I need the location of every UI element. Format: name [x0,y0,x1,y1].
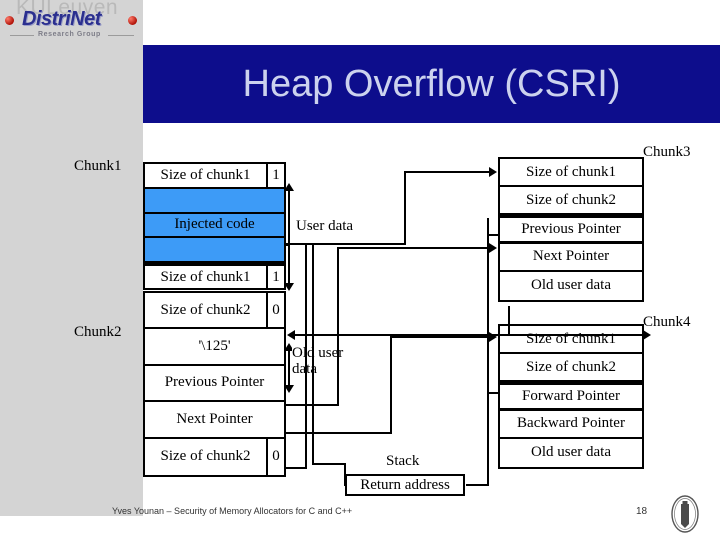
chunk1-row-0-label: Size of chunk1 [160,166,251,183]
chunk1-table: Size of chunk1 1 Injected code Size of chun… [143,162,286,290]
university-seal-icon [666,492,704,536]
chunk3-row-4-label: Old user data [531,277,611,294]
conn-a-h1 [286,243,406,245]
conn-d-arrow-icon [489,243,497,253]
chunk1-row-2-label: Injected code [174,216,255,233]
chunk2-row-4-flag: 0 [266,438,284,475]
conn-f-v1 [487,380,489,392]
chunk4-row-2-label: Forward Pointer [522,387,620,404]
chunk1-row-2: Injected code [145,213,284,239]
conn-c-h3 [508,334,646,336]
conn-a-arrow-icon [489,167,497,177]
chunk4-table: Size of chunk1 Size of chunk2 Forward Poin… [498,324,644,469]
caption-chunk1: Chunk1 [74,158,122,174]
chunk1-row-4-flag: 1 [266,266,284,288]
conn-e-h2 [390,336,490,338]
chunk4-row-3: Backward Pointer [500,411,642,439]
user-data-arrow-up-icon [284,183,294,191]
chunk4-row-1-label: Size of chunk2 [526,358,616,375]
logo-dot-left-icon [5,16,14,25]
distrinet-logo: KULeuven DistriNet Research Group [0,0,143,42]
chunk3-row-1: Size of chunk2 [500,187,642,216]
conn-c-v1 [508,306,510,336]
chunk1-row-0: Size of chunk1 1 [145,164,284,189]
label-old-user-data-line1: Old user [292,345,344,361]
conn-b-h2 [466,484,489,486]
conn-g-h1 [312,463,346,465]
conn-e-h1 [286,432,392,434]
chunk3-row-4: Old user data [500,272,642,300]
caption-chunk2: Chunk2 [74,324,122,340]
chunk3-row-3: Next Pointer [500,244,642,272]
return-address-box: Return address [345,474,465,496]
user-data-measure-line [288,190,290,284]
chunk3-row-0: Size of chunk1 [500,159,642,188]
chunk2-row-0: Size of chunk2 0 [145,293,284,330]
chunk4-row-0: Size of chunk1 [500,326,642,355]
conn-h-h1 [286,467,306,469]
chunk4-row-1: Size of chunk2 [500,354,642,383]
title-banner: Heap Overflow (CSRI) [143,45,720,123]
chunk2-row-4: Size of chunk2 0 [145,438,284,475]
chunk4-row-4-label: Old user data [531,444,611,461]
page-title: Heap Overflow (CSRI) [242,62,621,105]
footer-page-number: 18 [636,506,648,517]
logo-rule-right [108,35,134,36]
chunk2-row-1: '\125' [145,329,284,366]
old-user-data-measure-line [288,350,290,386]
conn-a-v [404,171,406,245]
chunk2-row-2: Previous Pointer [145,366,284,403]
chunk2-row-0-flag: 0 [266,293,284,328]
chunk3-table: Size of chunk1 Size of chunk2 Previous Poi… [498,157,644,302]
chunk3-row-1-label: Size of chunk2 [526,191,616,208]
chunk4-row-4: Old user data [500,439,642,467]
chunk4-row-3-label: Backward Pointer [517,415,625,432]
label-old-user-data-line2: data [292,361,358,378]
caption-chunk3: Chunk3 [643,144,691,160]
conn-e-v1 [390,336,392,434]
chunk1-row-3 [145,238,284,264]
caption-chunk4: Chunk4 [643,314,691,330]
chunk2-row-3-label: Next Pointer [176,410,253,427]
chunk3-row-3-label: Next Pointer [532,248,610,265]
chunk3-row-2-label: Previous Pointer [521,220,621,237]
chunk2-row-0-label: Size of chunk2 [160,301,251,318]
chunk2-row-1-label: '\125' [198,338,231,355]
conn-d-v1 [337,247,339,406]
chunk3-row-2: Previous Pointer [500,215,642,244]
user-data-arrow-down-icon [284,283,294,291]
chunk2-row-4-label: Size of chunk2 [160,448,251,465]
chunk4-row-2: Forward Pointer [500,382,642,411]
logo-rule-left [10,35,34,36]
chunk1-row-4-label: Size of chunk1 [160,268,251,285]
logo-dot-right-icon [128,16,137,25]
distrinet-wordmark: DistriNet [22,8,101,30]
conn-f-h1 [487,392,500,394]
label-old-user-data: Old user data [292,345,358,378]
label-user-data: User data [296,218,354,235]
chunk1-row-4: Size of chunk1 1 [145,263,284,288]
conn-e-arrow-icon [489,332,497,342]
old-user-data-arrow-down-icon [284,385,294,393]
chunk2-row-3: Next Pointer [145,402,284,439]
conn-g-v1 [312,245,314,465]
conn-c-arrow-icon [287,330,295,340]
left-decoration-band [0,0,143,516]
chunk2-table: Size of chunk2 0 '\125' Previous Pointer Nex… [143,291,286,477]
footer-credit: Yves Younan – Security of Memory Allocat… [112,506,353,516]
conn-b-v2 [487,234,489,486]
conn-h-v1 [305,244,307,469]
conn-a-h2 [404,171,490,173]
conn-d-h2 [337,247,490,249]
chunk1-row-0-flag: 1 [266,164,284,187]
chunk2-row-2-label: Previous Pointer [164,374,265,391]
logo-subtitle: Research Group [38,31,101,38]
chunk3-row-0-label: Size of chunk1 [526,163,616,180]
chunk1-row-1 [145,188,284,214]
label-stack: Stack [386,453,420,469]
